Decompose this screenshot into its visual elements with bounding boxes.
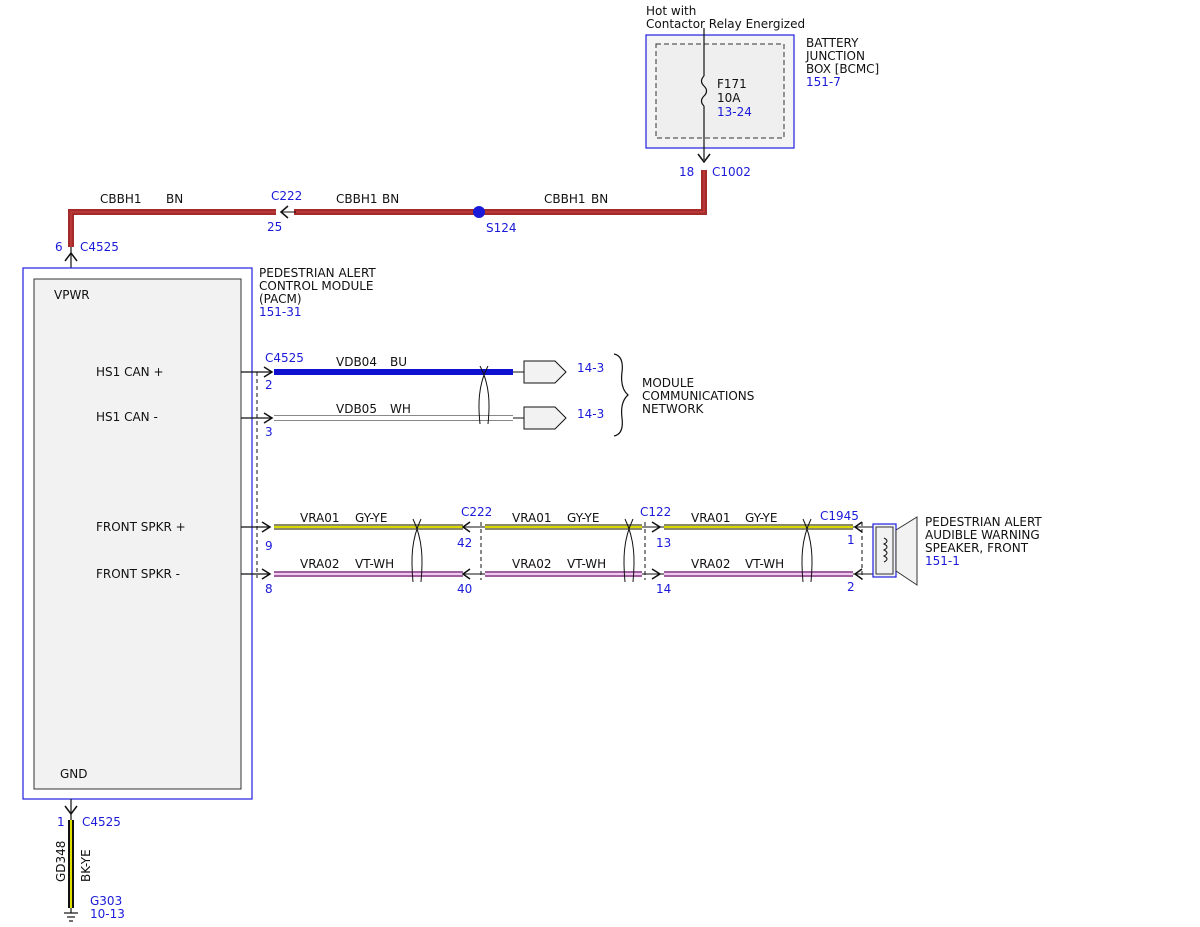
ground-point[interactable]: G303 <box>90 894 122 908</box>
ground-connector: C4525 <box>82 815 121 829</box>
pacm-title-line-1: PEDESTRIAN ALERT <box>259 266 376 280</box>
spkr-plus-circuit-3: VRA01 <box>691 511 731 525</box>
speaker-title-line-1: PEDESTRIAN ALERT <box>925 515 1042 529</box>
network-brace-icon <box>613 353 629 437</box>
ground-pin: 1 <box>57 815 65 829</box>
fuse-id: F171 <box>717 77 747 91</box>
network-label-line-3: NETWORK <box>642 402 705 416</box>
fuse-ref[interactable]: 13-24 <box>717 105 752 119</box>
feed-note-line-2: Contactor Relay Energized <box>646 17 805 31</box>
wiring-diagram: Hot with Contactor Relay Energized F171 … <box>22 4 1042 922</box>
pacm-power-connector: C4525 <box>80 240 119 254</box>
speaker-title-line-2: AUDIBLE WARNING <box>925 528 1040 542</box>
pin-label-can-minus: HS1 CAN - <box>96 410 158 424</box>
power-inline-pin: 25 <box>267 220 282 234</box>
splice-icon <box>473 206 485 218</box>
bjb-ref[interactable]: 151-7 <box>806 75 841 89</box>
bjb-title-line-3: BOX [BCMC] <box>806 62 879 76</box>
can-plus-ref[interactable]: 14-3 <box>577 361 604 375</box>
pacm-title-line-2: CONTROL MODULE <box>259 279 374 293</box>
pin-label-spkr-plus: FRONT SPKR + <box>96 520 186 534</box>
spkr-plus-color-3: GY-YE <box>745 511 777 525</box>
spkr-minus-pin-pacm: 8 <box>265 582 273 596</box>
pin-label-vpwr: VPWR <box>54 288 90 302</box>
network-label-line-1: MODULE <box>642 376 694 390</box>
can-minus-color: WH <box>390 402 411 416</box>
speaker-title-line-3: SPEAKER, FRONT <box>925 541 1029 555</box>
pin-label-can-plus: HS1 CAN + <box>96 365 164 379</box>
pacm-ref[interactable]: 151-31 <box>259 305 302 319</box>
spkr-plus-pin-c122: 13 <box>656 536 671 550</box>
network-label-line-2: COMMUNICATIONS <box>642 389 754 403</box>
fuse-feed-note: Hot with Contactor Relay Energized <box>646 4 805 31</box>
splice-label: S124 <box>486 221 517 235</box>
power-inline-connector: C222 <box>271 189 302 203</box>
ground-ref[interactable]: 10-13 <box>90 907 125 921</box>
power-wire-circuit-3: CBBH1 <box>544 192 586 206</box>
bjb-output-connector: C1002 <box>712 165 751 179</box>
spkr-plus-pin-c222: 42 <box>457 536 472 550</box>
can-minus-offpage-icon[interactable] <box>523 406 567 430</box>
pin-label-gnd: GND <box>60 767 88 781</box>
power-wire-circuit-1: CBBH1 <box>100 192 142 206</box>
speaker-icon[interactable] <box>872 516 918 586</box>
ground-wire-color: BK-YE <box>79 849 93 882</box>
pacm-power-pin: 6 <box>55 240 63 254</box>
ground-symbol-icon <box>64 908 78 922</box>
spkr-plus-pin-pacm: 9 <box>265 539 273 553</box>
bjb-title-line-1: BATTERY <box>806 36 859 50</box>
bjb-title-line-2: JUNCTION <box>805 49 865 63</box>
spkr-minus-pin-c1945: 2 <box>847 580 855 594</box>
can-connector: C4525 <box>265 351 304 365</box>
power-wire-color-1: BN <box>166 192 183 206</box>
spkr-minus-color-3: VT-WH <box>745 557 784 571</box>
spkr-connector-c222: C222 <box>461 505 492 519</box>
can-plus-offpage-icon[interactable] <box>523 360 567 384</box>
spkr-plus-pin-c1945: 1 <box>847 533 855 547</box>
speaker-ref[interactable]: 151-1 <box>925 554 960 568</box>
can-minus-pin: 3 <box>265 425 273 439</box>
can-plus-pin: 2 <box>265 378 273 392</box>
spkr-minus-color-1: VT-WH <box>355 557 394 571</box>
spkr-connector-c1945: C1945 <box>820 509 859 523</box>
spkr-plus-color-1: GY-YE <box>355 511 387 525</box>
bjb-output-pin: 18 <box>679 165 694 179</box>
spkr-minus-color-2: VT-WH <box>567 557 606 571</box>
power-wire-circuit-2: CBBH1 <box>336 192 378 206</box>
power-wire-color-3: BN <box>591 192 608 206</box>
spkr-plus-circuit-1: VRA01 <box>300 511 340 525</box>
spkr-plus-circuit-2: VRA01 <box>512 511 552 525</box>
spkr-minus-pin-c222: 40 <box>457 582 472 596</box>
pacm-title-line-3: (PACM) <box>259 292 302 306</box>
spkr-plus-color-2: GY-YE <box>567 511 599 525</box>
power-feed-wire <box>68 170 707 247</box>
spkr-connector-c122: C122 <box>640 505 671 519</box>
spkr-minus-circuit-1: VRA02 <box>300 557 340 571</box>
feed-note-line-1: Hot with <box>646 4 696 18</box>
can-minus-circuit: VDB05 <box>336 402 377 416</box>
pin-label-spkr-minus: FRONT SPKR - <box>96 567 180 581</box>
can-plus-color: BU <box>390 355 407 369</box>
can-minus-ref[interactable]: 14-3 <box>577 407 604 421</box>
ground-circuit: GD348 <box>54 841 68 882</box>
spkr-minus-circuit-3: VRA02 <box>691 557 731 571</box>
can-plus-circuit: VDB04 <box>336 355 377 369</box>
power-wire-color-2: BN <box>382 192 399 206</box>
fuse-rating: 10A <box>717 91 741 105</box>
spkr-minus-pin-c122: 14 <box>656 582 671 596</box>
spkr-minus-circuit-2: VRA02 <box>512 557 552 571</box>
